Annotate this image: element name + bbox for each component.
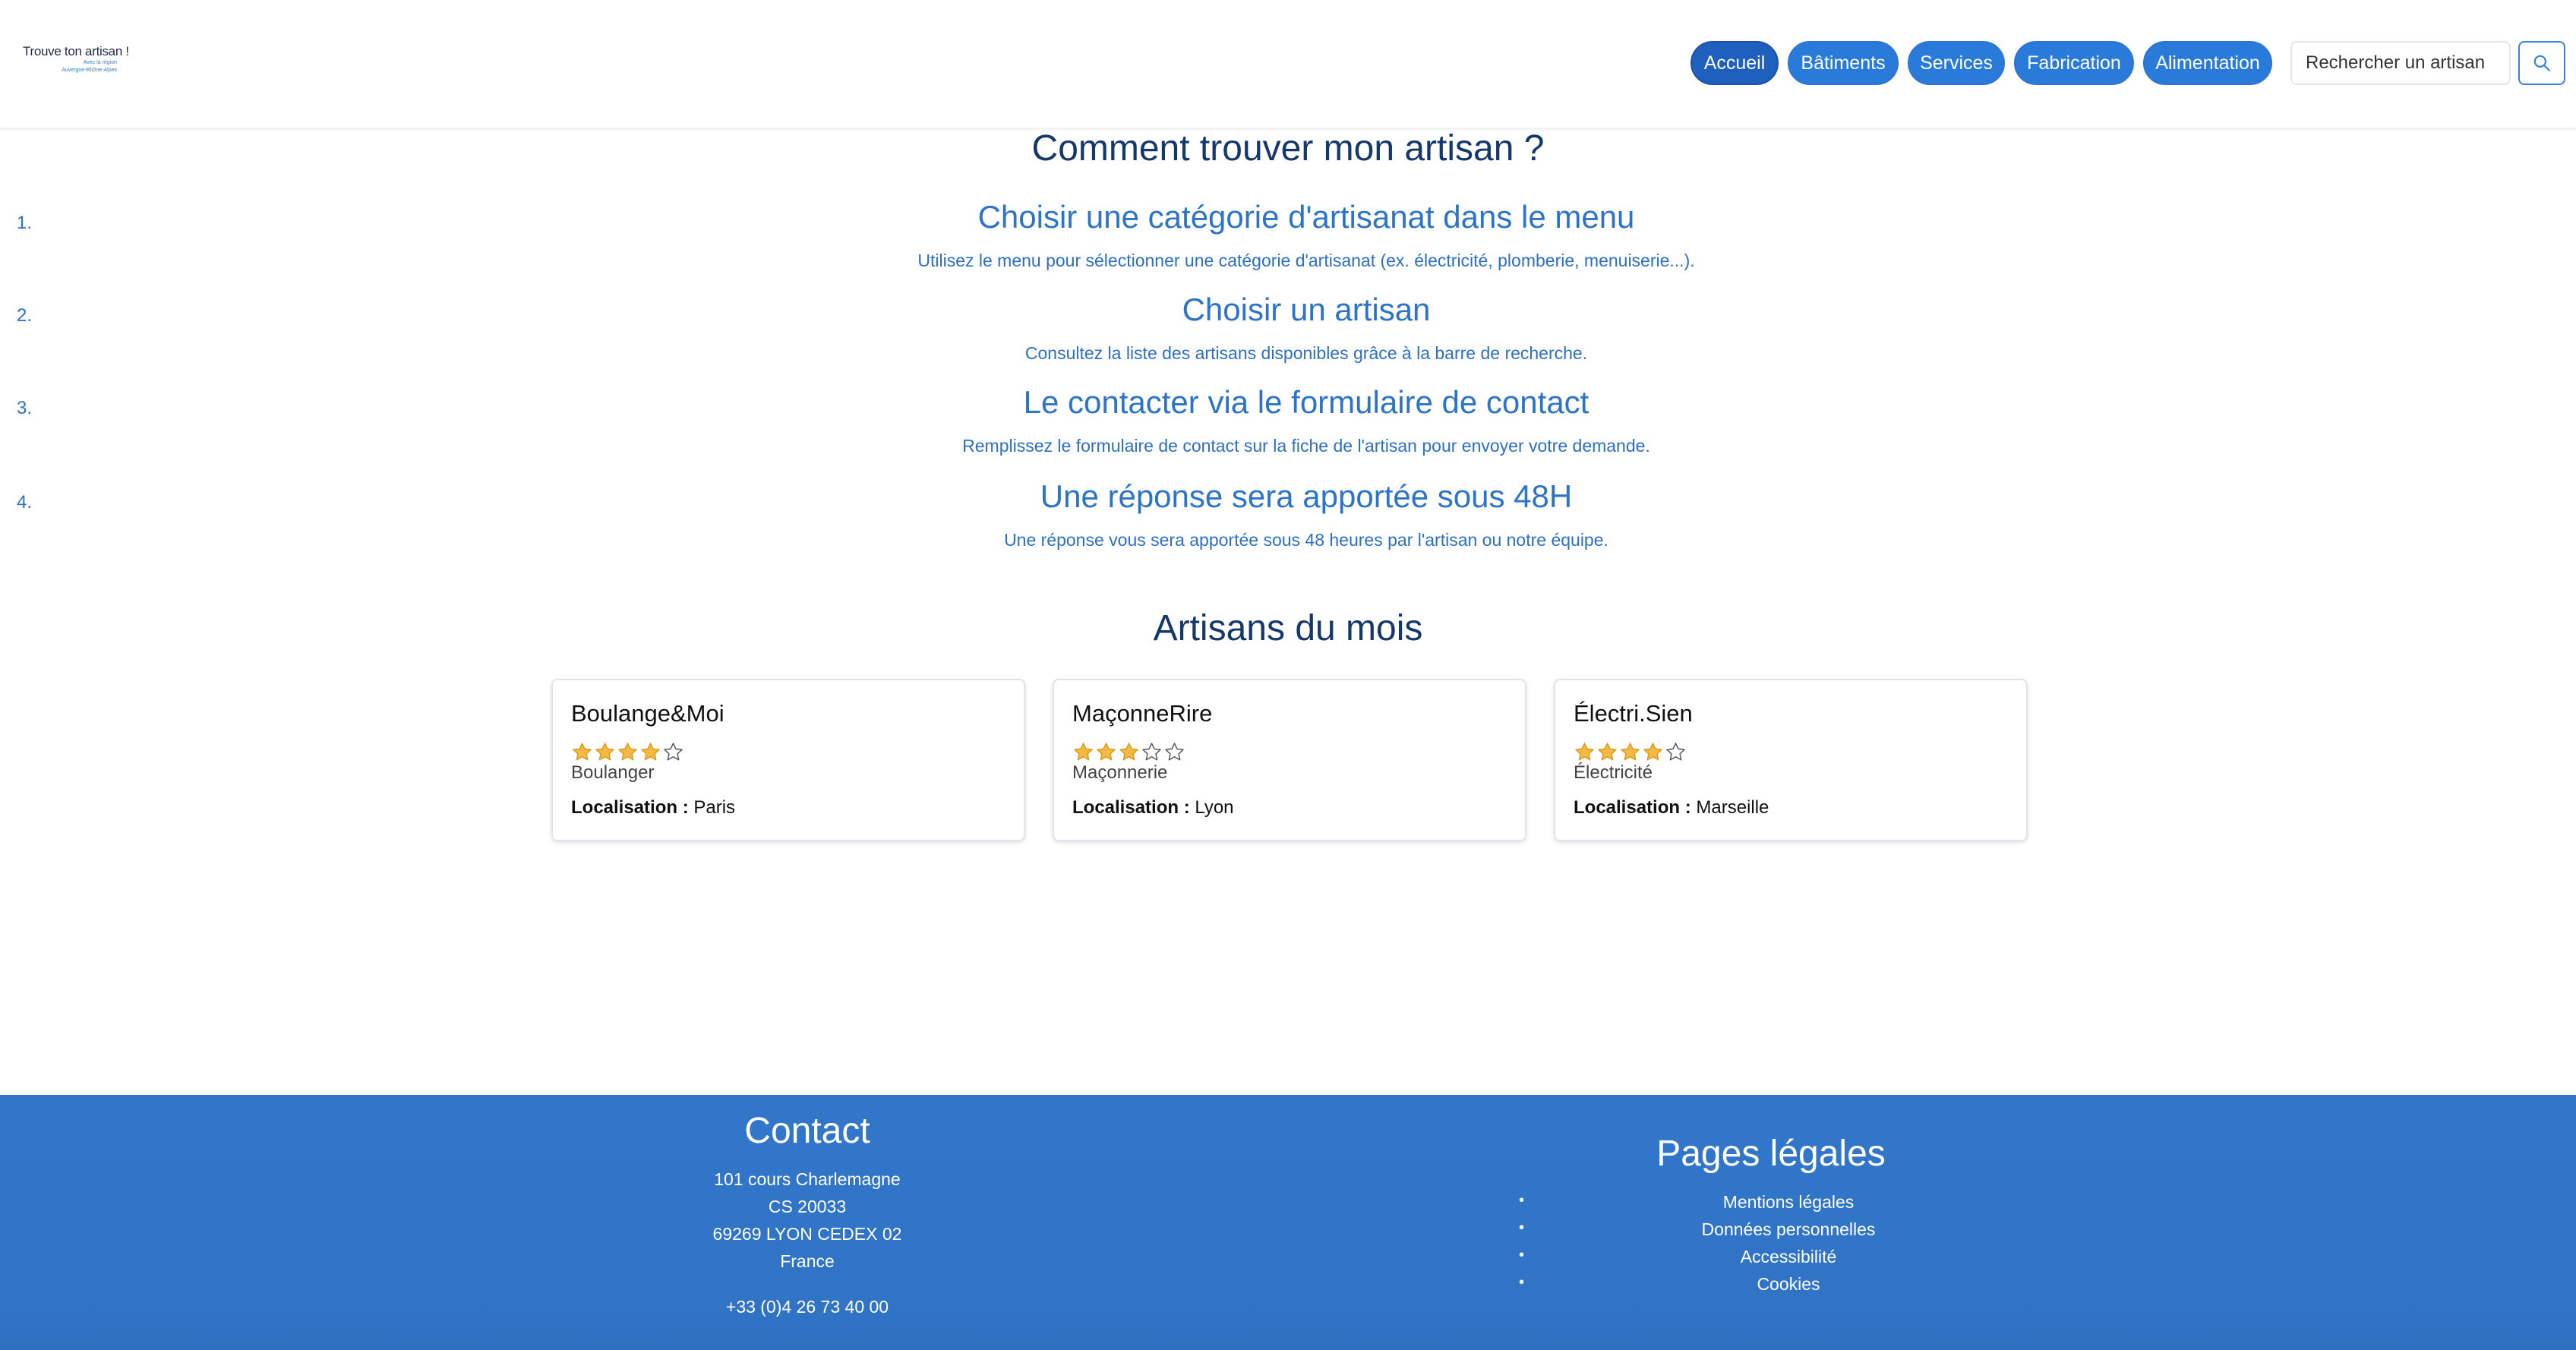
star-filled-icon [573, 743, 592, 761]
artisan-location: Localisation : Lyon [1072, 797, 1234, 819]
contact-address-line: France [780, 1251, 835, 1271]
step-description: Remplissez le formulaire de contact sur … [962, 436, 1650, 456]
legal-link-mentions[interactable]: Mentions légales [1519, 1192, 2058, 1213]
star-rating [1072, 741, 1185, 763]
legal-link-donnees[interactable]: Données personnelles [1519, 1219, 2058, 1240]
artisan-name: Électri.Sien [1574, 700, 1693, 727]
star-filled-icon [1643, 743, 1662, 761]
artisan-name: MaçonneRire [1072, 700, 1213, 727]
star-rating [571, 741, 684, 763]
legal-link-accessibilite[interactable]: Accessibilité [1519, 1247, 2058, 1267]
star-empty-icon [1666, 743, 1685, 761]
site-header: Trouve ton artisan ! Avec la région Auve… [0, 0, 2576, 129]
nav-fabrication-button[interactable]: Fabrication [2014, 41, 2134, 85]
search-button[interactable] [2518, 41, 2565, 85]
star-filled-icon [641, 743, 660, 761]
step-title: Choisir une catégorie d'artisanat dans l… [977, 199, 1635, 235]
artisan-card[interactable]: MaçonneRire Maçonnerie Localisation : Ly… [1053, 679, 1526, 841]
star-filled-icon [1119, 743, 1138, 761]
step-description: Utilisez le menu pour sélectionner une c… [917, 251, 1695, 270]
star-filled-icon [1575, 743, 1594, 761]
legal-pages-title: Pages légales [1656, 1134, 1886, 1174]
contact-phone: +33 (0)4 26 73 40 00 [725, 1297, 889, 1317]
star-filled-icon [618, 743, 637, 761]
star-rating [1574, 741, 1687, 763]
star-empty-icon [664, 743, 683, 761]
contact-address-line: CS 20033 [768, 1197, 847, 1216]
location-value: Paris [693, 797, 736, 818]
star-empty-icon [1142, 743, 1161, 761]
nav-accueil-button[interactable]: Accueil [1690, 41, 1779, 85]
star-empty-icon [1165, 743, 1184, 761]
star-filled-icon [1598, 743, 1617, 761]
how-to-title: Comment trouver mon artisan ? [1031, 128, 1545, 169]
artisan-location: Localisation : Marseille [1574, 797, 1769, 819]
location-label: Localisation : [1574, 797, 1691, 818]
artisan-location: Localisation : Paris [571, 797, 735, 819]
nav-services-button[interactable]: Services [1908, 41, 2005, 85]
step-description: Consultez la liste des artisans disponib… [1024, 343, 1588, 363]
contact-title: Contact [744, 1111, 870, 1151]
legal-link-cookies[interactable]: Cookies [1519, 1274, 2058, 1295]
logo-subtitle-line1: Avec la région [83, 60, 117, 65]
artisan-card[interactable]: Électri.Sien Électricité Localisation : … [1554, 679, 2028, 841]
star-filled-icon [1074, 743, 1093, 761]
step-description: Une réponse vous sera apportée sous 48 h… [1004, 530, 1608, 550]
nav-batiments-button[interactable]: Bâtiments [1788, 41, 1899, 85]
step-title: Une réponse sera apportée sous 48H [1040, 478, 1573, 514]
site-logo[interactable]: Trouve ton artisan ! Avec la région Auve… [23, 44, 129, 84]
artisans-section-title: Artisans du mois [1153, 608, 1423, 648]
search-icon [2533, 55, 2550, 71]
artisan-category: Boulanger [571, 762, 655, 783]
step-title: Le contacter via le formulaire de contac… [1023, 384, 1589, 420]
site-footer: Contact 101 cours Charlemagne CS 20033 6… [0, 1095, 2576, 1350]
artisan-category: Maçonnerie [1072, 762, 1168, 783]
star-filled-icon [1097, 743, 1116, 761]
contact-address-line: 69269 LYON CEDEX 02 [712, 1224, 902, 1244]
logo-subtitle-line2: Auvergne-Rhône-Alpes [62, 68, 117, 73]
search-input[interactable]: Rechercher un artisan [2290, 41, 2511, 85]
nav-alimentation-button[interactable]: Alimentation [2143, 41, 2272, 85]
artisan-name: Boulange&Moi [571, 700, 724, 727]
contact-address-line: 101 cours Charlemagne [714, 1169, 901, 1189]
step-title: Choisir un artisan [1182, 292, 1431, 327]
location-value: Lyon [1195, 797, 1234, 818]
location-value: Marseille [1696, 797, 1769, 818]
star-filled-icon [595, 743, 614, 761]
artisan-category: Électricité [1574, 762, 1653, 783]
star-filled-icon [1621, 743, 1640, 761]
location-label: Localisation : [571, 797, 689, 818]
logo-title: Trouve ton artisan ! [23, 44, 129, 58]
location-label: Localisation : [1072, 797, 1190, 818]
artisan-card[interactable]: Boulange&Moi Boulanger Localisation : Pa… [551, 679, 1025, 841]
